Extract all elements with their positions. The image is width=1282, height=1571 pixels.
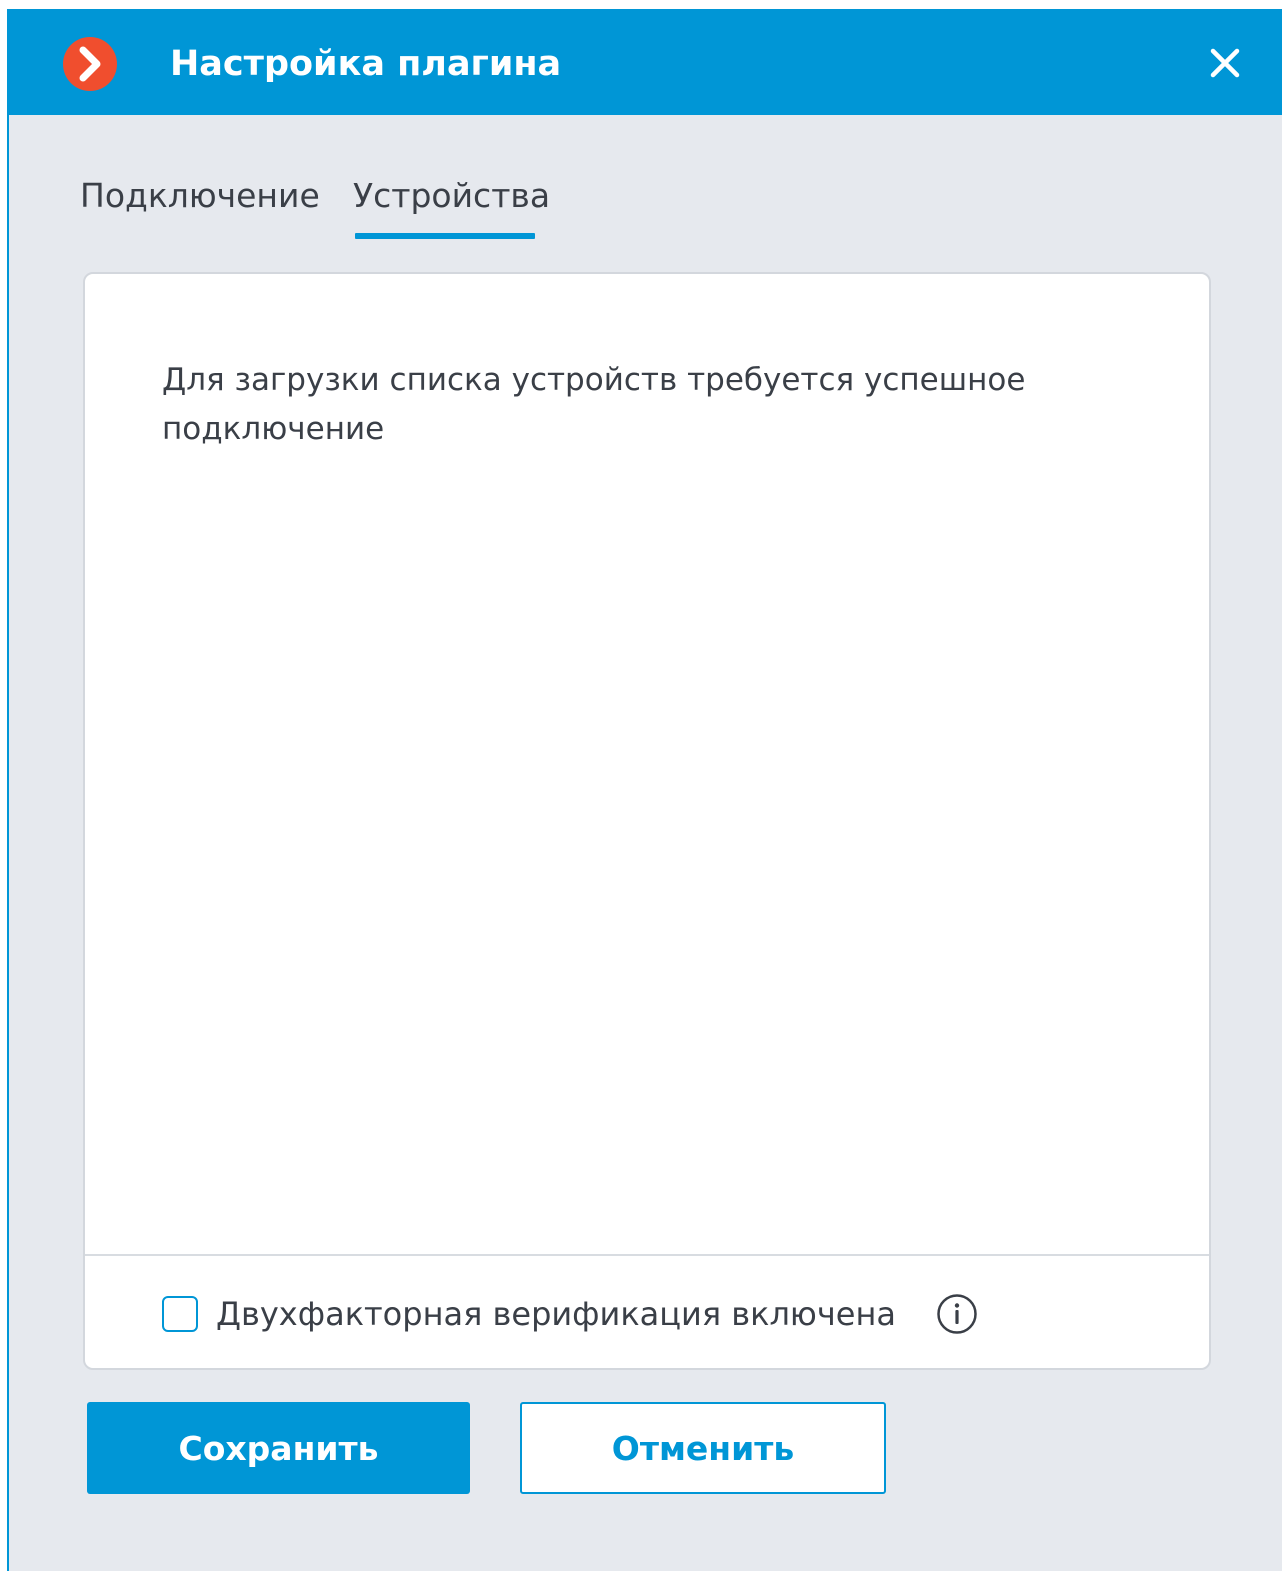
cancel-button[interactable]: Отменить	[520, 1402, 886, 1494]
close-button[interactable]	[1199, 39, 1251, 91]
info-icon[interactable]	[936, 1293, 978, 1335]
tab-connection[interactable]: Подключение	[80, 175, 320, 217]
connection-required-message: Для загрузки списка устройств требуется …	[162, 362, 1026, 447]
panel-divider	[85, 1254, 1209, 1256]
two-factor-row: Двухфакторная верификация включена	[162, 1292, 978, 1336]
plugin-settings-dialog: Настройка плагина Подключение Устройства…	[7, 9, 1282, 1571]
active-tab-indicator	[355, 233, 535, 239]
tab-devices[interactable]: Устройства	[353, 175, 550, 217]
close-icon	[1210, 48, 1240, 82]
title-bar: Настройка плагина	[9, 9, 1282, 115]
app-logo-icon	[62, 36, 118, 92]
dialog-title: Настройка плагина	[170, 44, 562, 84]
devices-panel: Для загрузки списка устройств требуется …	[83, 272, 1211, 1370]
two-factor-label[interactable]: Двухфакторная верификация включена	[216, 1295, 896, 1333]
two-factor-checkbox[interactable]	[162, 1296, 198, 1332]
save-button[interactable]: Сохранить	[87, 1402, 470, 1494]
